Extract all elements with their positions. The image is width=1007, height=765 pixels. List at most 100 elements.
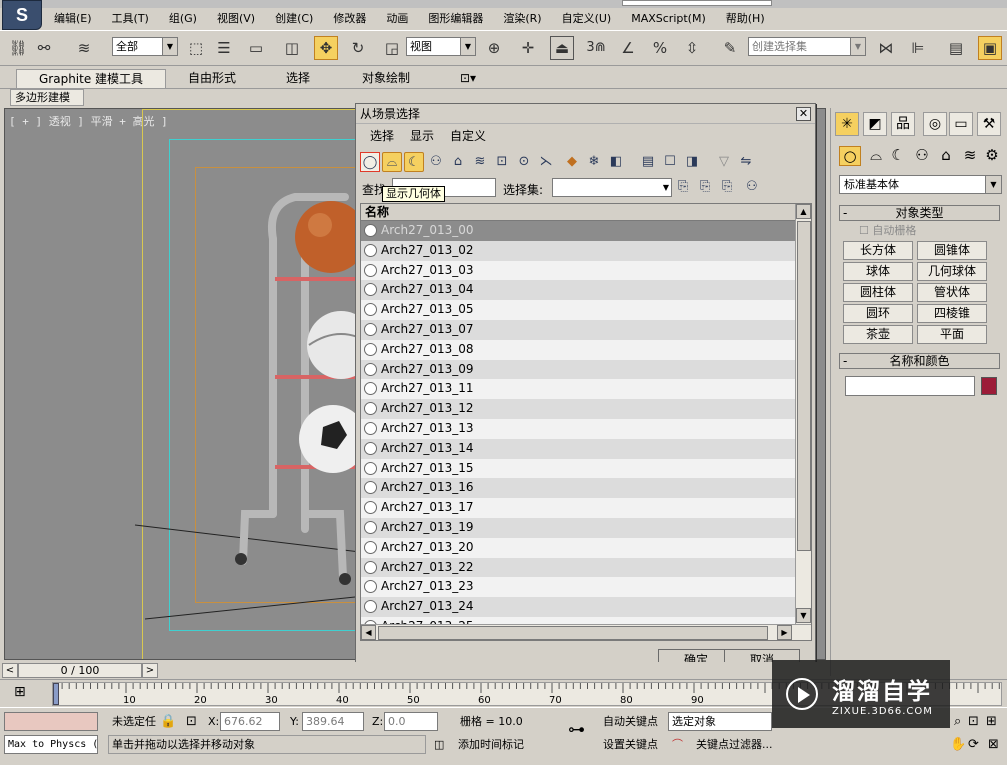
list-item[interactable]: Arch27_013_03 [361,260,795,281]
tab-selection[interactable]: 选择 [278,69,318,88]
named-selection-set-dropdown[interactable]: 创建选择集 ▼ [748,37,866,56]
select-set-members-icon[interactable]: ⚇ [746,179,758,194]
object-name-field[interactable] [845,376,975,396]
create-selection-set-icon[interactable]: ⎘ [678,179,688,194]
helpers-icon[interactable]: ⌂ [935,146,957,164]
window-crossing-icon[interactable]: ◫ [280,36,304,60]
list-item[interactable]: Arch27_013_15 [361,458,795,479]
list-item[interactable]: Arch27_013_19 [361,517,795,538]
edit-named-selection-icon[interactable]: ✎ [718,36,742,60]
zoom-icon[interactable]: ⌕ [954,712,961,731]
menu-group[interactable]: 组(G) [159,9,207,29]
scale-icon[interactable]: ◲ [380,36,404,60]
dialog-menu-display[interactable]: 显示 [402,126,442,146]
scroll-up-icon[interactable]: ▲ [796,204,811,219]
x-coordinate-field[interactable]: 676.62 [220,712,280,731]
key-tangent-icon[interactable]: ⌒ [672,735,683,754]
cameras-icon[interactable]: ⚇ [911,146,933,164]
display-frozen-icon[interactable]: ❄ [584,152,604,172]
menu-create[interactable]: 创建(C) [265,9,323,29]
list-item[interactable]: Arch27_013_23 [361,577,795,598]
geometry-icon[interactable]: ○ [839,146,861,166]
layer-manager-icon[interactable]: ▤ [944,36,968,60]
object-category-dropdown[interactable]: 标准基本体 ▼ [839,175,1002,194]
filter-icon[interactable]: ▽ [714,152,734,172]
tube-button[interactable]: 管状体 [917,283,987,302]
systems-icon[interactable]: ⚙ [981,146,1003,164]
list-item[interactable]: Arch27_013_00 [361,221,795,241]
remove-from-set-icon[interactable]: ⎘ [722,179,732,194]
display-geometry-icon[interactable]: ◯ [360,152,380,172]
align-icon[interactable]: ⊫ [906,36,930,60]
list-item[interactable]: Arch27_013_09 [361,359,795,380]
list-item[interactable]: Arch27_013_14 [361,438,795,459]
horizontal-scroll-thumb[interactable] [378,626,768,640]
select-object-icon[interactable]: ⬚ [184,36,208,60]
tab-freeform[interactable]: 自由形式 [180,69,244,88]
pan-icon[interactable]: ✋ [950,735,966,754]
list-item[interactable]: Arch27_013_17 [361,498,795,518]
list-item[interactable]: Arch27_013_11 [361,379,795,400]
dialog-menu-select[interactable]: 选择 [362,126,402,146]
bind-spacewarp-icon[interactable]: ≋ [72,36,96,60]
maxscript-listener-top[interactable] [4,712,98,731]
display-none-icon[interactable]: ☐ [660,152,680,172]
menu-tools[interactable]: 工具(T) [102,9,159,29]
time-next-button[interactable]: > [142,663,158,678]
keyboard-shortcut-override-icon[interactable]: ⏏ [550,36,574,60]
menu-modifiers[interactable]: 修改器 [323,9,376,29]
list-item[interactable]: Arch27_013_20 [361,537,795,558]
auto-key-button[interactable]: 自动关键点 [603,712,658,731]
autogrid-checkbox[interactable]: ☐ 自动栅格 [859,222,916,238]
scroll-left-icon[interactable]: ◀ [361,625,376,640]
display-tab-icon[interactable]: ▭ [949,112,973,136]
list-item[interactable]: Arch27_013_07 [361,319,795,340]
list-item[interactable]: Arch27_013_13 [361,418,795,439]
spacewarps-icon[interactable]: ≋ [959,146,981,164]
object-type-rollout[interactable]: - 对象类型 [839,205,1000,221]
absolute-mode-icon[interactable]: ⊡ [186,712,197,731]
list-item[interactable]: Arch27_013_04 [361,280,795,301]
display-helpers-icon[interactable]: ⌂ [448,152,468,172]
display-all-icon[interactable]: ▤ [638,152,658,172]
list-item[interactable]: Arch27_013_24 [361,597,795,617]
display-containers-icon[interactable]: ◆ [562,152,582,172]
object-color-swatch[interactable] [981,377,997,395]
display-invert-icon[interactable]: ◨ [682,152,702,172]
key-mode-dropdown[interactable]: 选定对象 [668,712,772,731]
shapes-icon[interactable]: ⌓ [865,146,887,164]
menu-customize[interactable]: 自定义(U) [552,9,622,29]
vertical-scrollbar[interactable]: ▲ ▼ [795,204,811,624]
select-by-name-icon[interactable]: ☰ [212,36,236,60]
selection-filter-dropdown[interactable]: 全部 ▼ [112,37,178,56]
modify-tab-icon[interactable]: ◩ [863,112,887,136]
unlink-icon[interactable]: ⚯ [32,36,56,60]
list-item[interactable]: Arch27_013_05 [361,300,795,320]
display-hidden-icon[interactable]: ◧ [606,152,626,172]
list-item[interactable]: Arch27_013_22 [361,557,795,578]
display-groups-icon[interactable]: ⊡ [492,152,512,172]
display-spacewarps-icon[interactable]: ≋ [470,152,490,172]
key-filters-button[interactable]: 关键点过滤器... [696,735,773,754]
menu-animation[interactable]: 动画 [376,9,418,29]
set-key-button[interactable]: 设置关键点 [603,735,658,754]
display-shapes-icon[interactable]: ⌓ [382,152,402,172]
title-search-field[interactable] [622,0,772,6]
lights-icon[interactable]: ☾ [887,146,909,164]
spinner-snap-icon[interactable]: ⇳ [680,36,704,60]
orbit-icon[interactable]: ⟳ [968,735,979,754]
selection-set-dropdown[interactable]: ▼ [552,178,672,197]
time-slider[interactable]: 0 / 100 [18,663,142,678]
tab-object-paint[interactable]: 对象绘制 [354,69,418,88]
zoom-extents-all-icon[interactable]: ⊞ [986,712,997,731]
list-item[interactable]: Arch27_013_16 [361,478,795,499]
rectangular-selection-icon[interactable]: ▭ [244,36,268,60]
tab-polygon-modeling[interactable]: 多边形建模 [10,89,84,106]
torus-button[interactable]: 圆环 [843,304,913,323]
motion-tab-icon[interactable]: ◎ [923,112,947,136]
display-cameras-icon[interactable]: ⚇ [426,152,446,172]
cone-button[interactable]: 圆锥体 [917,241,987,260]
pivot-center-icon[interactable]: ⊕ [482,36,506,60]
mini-curve-editor-icon[interactable]: ⊞ [14,684,26,700]
dialog-menu-customize[interactable]: 自定义 [442,126,494,146]
